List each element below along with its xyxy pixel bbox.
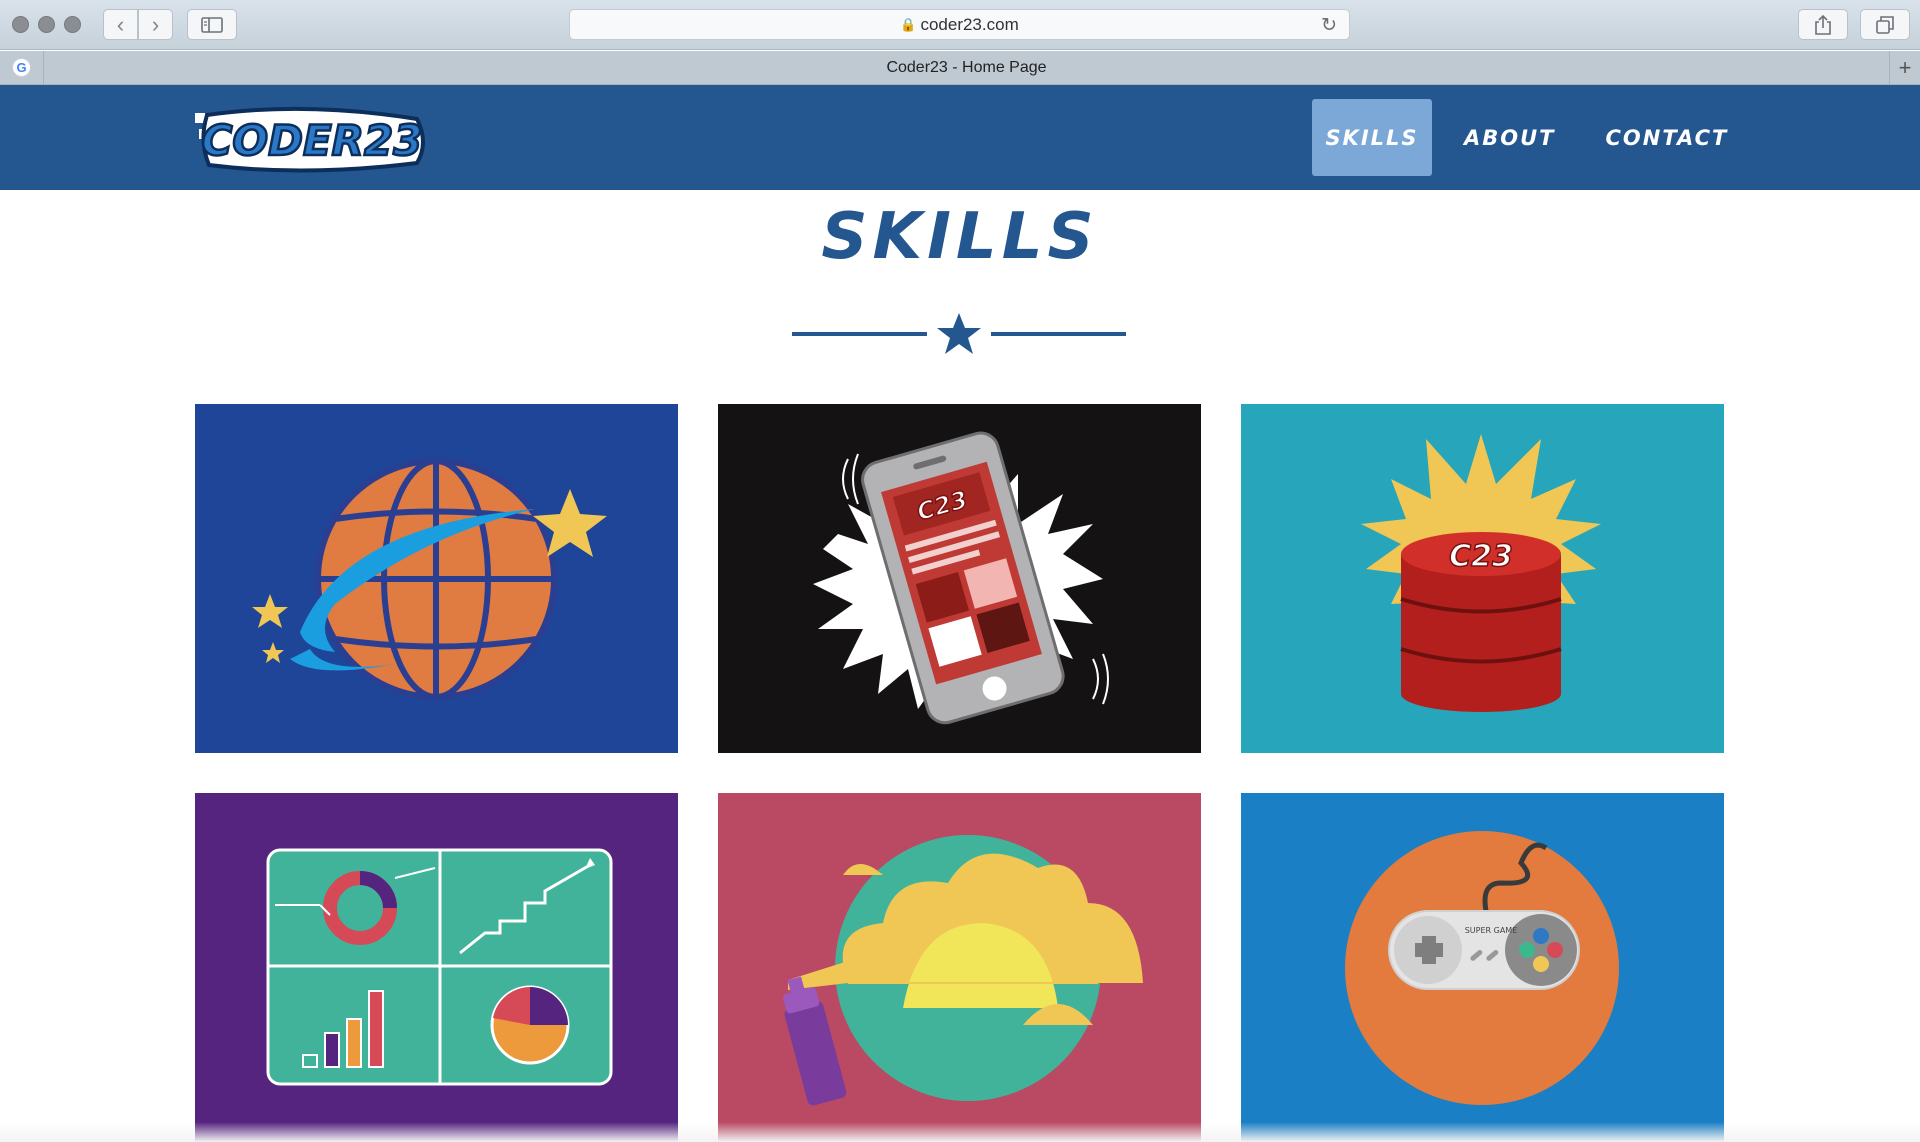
design-illustration <box>718 793 1201 1142</box>
share-icon <box>1815 14 1831 35</box>
skill-tile-web[interactable] <box>195 404 678 753</box>
share-button[interactable] <box>1798 9 1848 40</box>
phone-illustration: C23 <box>718 404 1201 753</box>
url-text: coder23.com <box>920 14 1019 34</box>
minimize-window-button[interactable] <box>38 16 55 33</box>
new-tab-button[interactable]: + <box>1889 51 1920 84</box>
star-divider <box>792 313 1126 354</box>
skill-tile-design[interactable] <box>718 793 1201 1142</box>
scroll-fade <box>0 1122 1920 1142</box>
star-icon <box>937 313 981 354</box>
sidebar-button[interactable] <box>187 9 237 40</box>
zoom-window-button[interactable] <box>64 16 81 33</box>
gamepad-icon: SUPER GAME <box>1388 910 1580 990</box>
skill-tile-games[interactable]: SUPER GAME <box>1241 793 1724 1142</box>
globe-illustration <box>195 404 678 753</box>
google-icon: G <box>12 58 31 77</box>
nav-contact[interactable]: CONTACT <box>1584 99 1751 176</box>
skill-tile-analytics[interactable] <box>195 793 678 1142</box>
skill-tile-database[interactable]: C23 <box>1241 404 1724 753</box>
games-illustration: SUPER GAME <box>1241 793 1724 1142</box>
sidebar-icon <box>201 16 223 33</box>
active-tab[interactable]: Coder23 - Home Page <box>44 51 1889 84</box>
forward-button[interactable]: › <box>138 9 173 40</box>
database-illustration: C23 <box>1241 404 1724 753</box>
coder23-logo[interactable]: CODER23 <box>195 105 425 175</box>
analytics-illustration <box>195 793 678 1142</box>
database-badge: C23 <box>1449 539 1513 574</box>
main-nav: SKILLS ABOUT CONTACT <box>1312 99 1756 176</box>
pinned-tab[interactable]: G <box>0 51 44 84</box>
site-header: CODER23 SKILLS ABOUT CONTACT <box>0 85 1920 190</box>
address-bar[interactable]: 🔒 coder23.com ↻ <box>569 9 1350 40</box>
chevron-left-icon: ‹ <box>116 11 125 37</box>
close-window-button[interactable] <box>12 16 29 33</box>
tabs-icon <box>1876 15 1894 34</box>
skill-tile-mobile[interactable]: C23 <box>718 404 1201 753</box>
browser-toolbar: ‹ › 🔒 coder23.com ↻ <box>0 0 1920 50</box>
tabs-overview-button[interactable] <box>1860 9 1910 40</box>
section-title: SKILLS <box>821 200 1099 274</box>
logo-text: CODER23 <box>202 116 423 165</box>
tab-bar: G Coder23 - Home Page + <box>0 51 1920 85</box>
nav-about[interactable]: ABOUT <box>1442 99 1578 176</box>
reload-icon[interactable]: ↻ <box>1321 14 1337 37</box>
chevron-right-icon: › <box>151 11 160 37</box>
back-button[interactable]: ‹ <box>103 9 138 40</box>
lock-icon: 🔒 <box>900 16 917 32</box>
tab-title: Coder23 - Home Page <box>886 58 1047 76</box>
nav-skills[interactable]: SKILLS <box>1312 99 1432 176</box>
controller-label: SUPER GAME <box>1465 926 1518 935</box>
